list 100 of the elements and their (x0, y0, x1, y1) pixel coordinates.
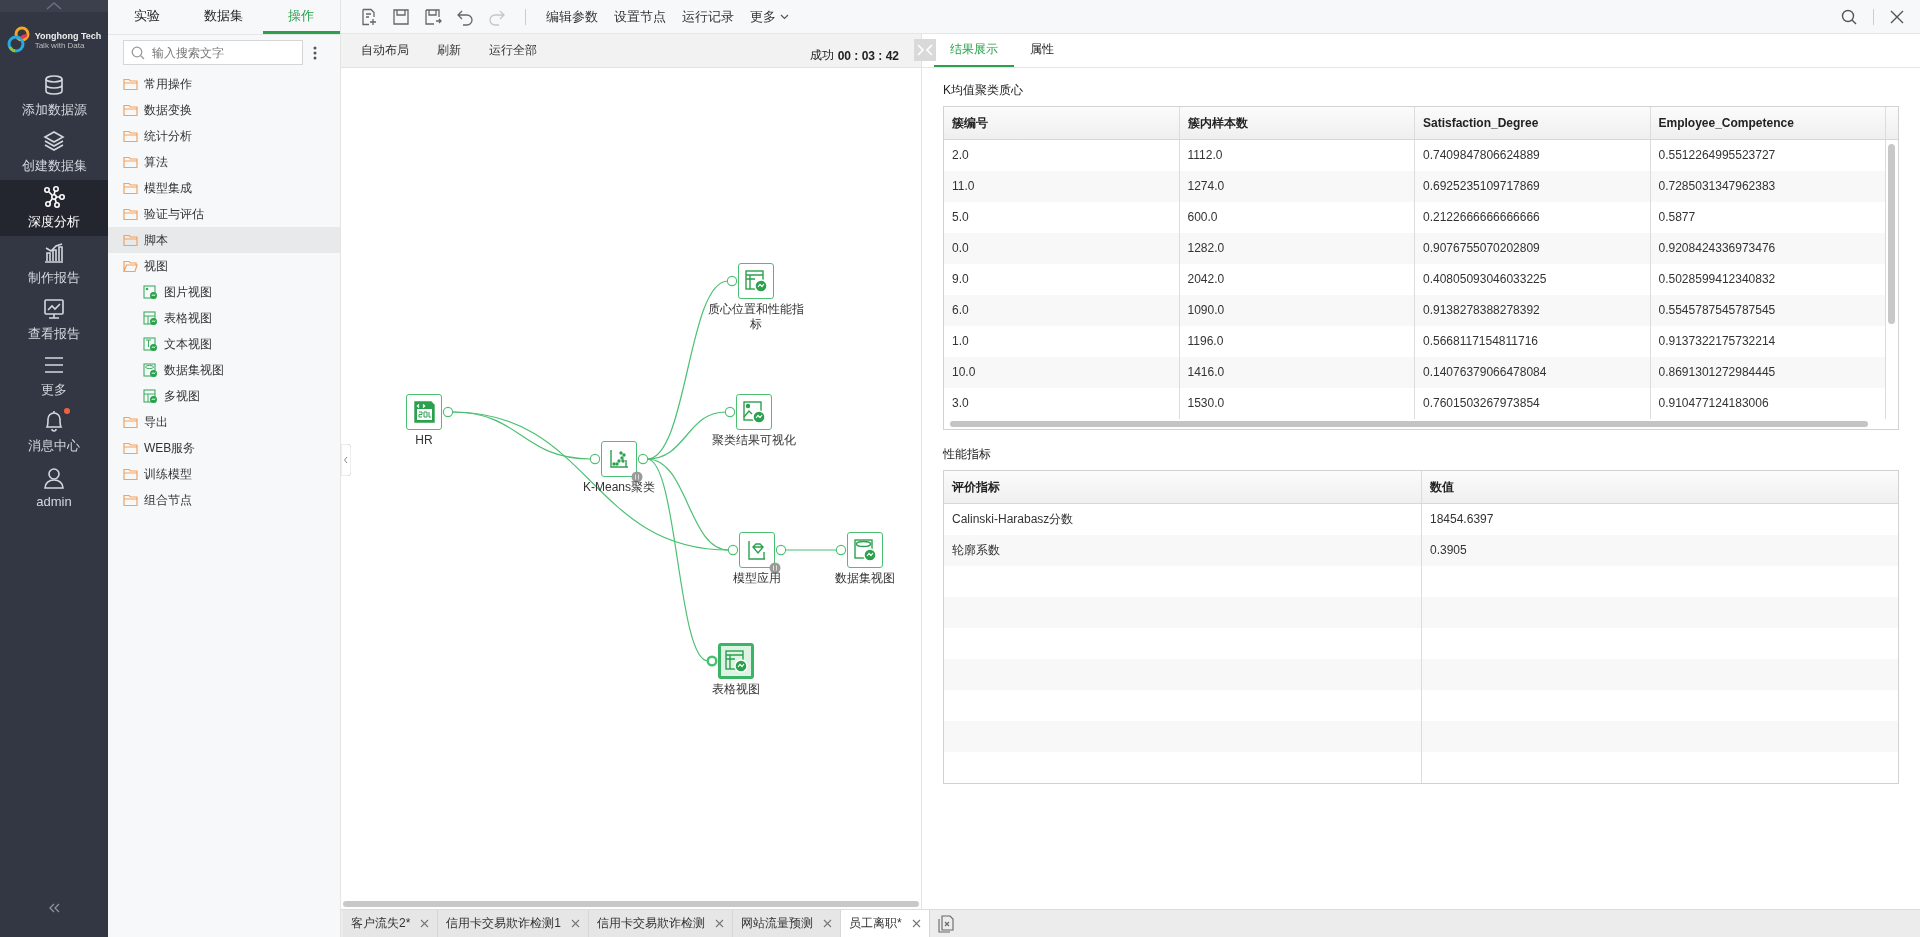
node-label: 表格视图 (711, 682, 761, 697)
tree-item[interactable]: 算法 (108, 149, 340, 175)
new-file-icon (360, 7, 378, 26)
tree-item[interactable]: 统计分析 (108, 123, 340, 149)
flow-node[interactable] (738, 263, 774, 299)
close-icon[interactable] (571, 919, 581, 928)
flow-node[interactable] (601, 441, 637, 477)
toolbar-menu-button[interactable]: 设置节点 (608, 2, 672, 31)
table-cell: 0.910477124183006 (1650, 388, 1886, 419)
folder-icon (123, 129, 138, 143)
tree-item[interactable]: 表格视图 (108, 305, 340, 331)
column-header[interactable]: 簇内样本数 (1179, 107, 1415, 139)
scrollbar-thumb[interactable] (343, 901, 919, 907)
document-tab[interactable]: 信用卡交易欺诈检测 (589, 910, 734, 937)
port-handle[interactable] (706, 655, 718, 667)
folder-icon (123, 441, 138, 455)
nav-item[interactable]: 深度分析 (0, 180, 108, 236)
table-cell: 6.0 (944, 295, 1180, 326)
tree-item[interactable]: 多视图 (108, 383, 340, 409)
folder-icon (123, 233, 138, 247)
tree-item[interactable]: 文本视图 (108, 331, 340, 357)
collapse-icon[interactable] (48, 903, 60, 913)
view-node-icon (143, 284, 158, 300)
tree-item[interactable]: 数据变换 (108, 97, 340, 123)
port-handle[interactable] (775, 544, 787, 556)
tree-item[interactable]: 导出 (108, 409, 340, 435)
document-tab[interactable]: 信用卡交易欺诈检测1 (438, 910, 590, 937)
view-node-icon (143, 336, 158, 352)
flow-node[interactable] (847, 532, 883, 568)
kebab-menu-icon[interactable] (313, 45, 317, 60)
tree-item[interactable]: 验证与评估 (108, 201, 340, 227)
table-cell-text: 18454.6397 (1429, 511, 1495, 528)
port-handle[interactable] (835, 544, 847, 556)
scrollbar-thumb[interactable] (1888, 144, 1895, 324)
close-icon[interactable] (1890, 9, 1904, 24)
folder-icon (123, 103, 138, 117)
node-label: 数据集视图 (834, 571, 896, 586)
nav-item[interactable]: admin (0, 460, 108, 516)
toolbar-menu-button[interactable]: 编辑参数 (540, 2, 604, 31)
tree-item[interactable]: 视图 (108, 253, 340, 279)
table-cell-text: 0.3905 (1429, 542, 1468, 559)
result-tab[interactable]: 结果展示 (934, 34, 1014, 67)
document-tab[interactable]: 网站流量预测 (733, 910, 842, 937)
toolbar-menu-button[interactable]: 更多 (744, 2, 795, 31)
collapse-handle[interactable] (341, 444, 351, 476)
bell-icon (43, 409, 65, 432)
port-handle[interactable] (442, 406, 454, 418)
tree-item[interactable]: 组合节点 (108, 487, 340, 513)
close-icon[interactable] (420, 919, 430, 928)
nav-item[interactable]: 更多 (0, 348, 108, 404)
tree-item[interactable]: 常用操作 (108, 71, 340, 97)
port-handle[interactable] (589, 453, 601, 465)
tree-item[interactable]: 模型集成 (108, 175, 340, 201)
document-tab[interactable]: 员工离职* (841, 910, 930, 937)
close-icon[interactable] (911, 919, 921, 928)
flow-node[interactable] (736, 394, 772, 430)
tree-item[interactable]: 图片视图 (108, 279, 340, 305)
close-all-tabs-icon[interactable] (937, 914, 954, 933)
result-tab[interactable]: 属性 (1014, 34, 1070, 67)
nav-item[interactable]: 制作报告 (0, 236, 108, 292)
flow-node[interactable] (739, 532, 775, 568)
nav-item[interactable]: 添加数据源 (0, 68, 108, 124)
chevron-up-icon[interactable] (46, 2, 62, 10)
port-handle[interactable] (724, 406, 736, 418)
panel-tab[interactable]: 实验 (108, 0, 186, 34)
search-icon[interactable] (1841, 8, 1857, 25)
nav-item[interactable]: 消息中心 (0, 404, 108, 460)
column-header[interactable]: Satisfaction_Degree (1415, 107, 1651, 139)
port-handle[interactable] (727, 544, 739, 556)
table-cell: 0.9076755070202809 (1415, 233, 1651, 264)
nav-item[interactable]: 创建数据集 (0, 124, 108, 180)
canvas-action-button[interactable]: 运行全部 (489, 42, 537, 59)
panel-tab[interactable]: 数据集 (185, 0, 263, 34)
tree-item[interactable]: 训练模型 (108, 461, 340, 487)
user-icon (43, 467, 65, 489)
column-header[interactable]: 数值 (1422, 471, 1898, 503)
folder-icon (123, 467, 138, 481)
port-handle[interactable] (637, 453, 649, 465)
folder-icon (123, 155, 138, 169)
column-header[interactable]: 簇编号 (944, 107, 1180, 139)
canvas-action-button[interactable]: 自动布局 (361, 42, 409, 59)
column-header[interactable]: 评价指标 (944, 471, 1422, 503)
flow-node[interactable] (718, 643, 754, 679)
tree-item[interactable]: 脚本 (108, 227, 340, 253)
close-icon[interactable] (715, 919, 725, 928)
search-field[interactable]: 输入搜索文字 (123, 40, 303, 65)
folder-icon (123, 181, 138, 195)
canvas-action-button[interactable]: 刷新 (437, 42, 461, 59)
document-tab[interactable]: 客户流失2* (343, 910, 439, 937)
tree-item[interactable]: WEB服务 (108, 435, 340, 461)
close-icon[interactable] (823, 919, 833, 928)
flow-node[interactable] (406, 394, 442, 430)
scrollbar-thumb[interactable] (950, 421, 1868, 427)
toolbar-menu-button[interactable]: 运行记录 (676, 2, 740, 31)
table-cell: 1090.0 (1179, 295, 1415, 326)
column-header[interactable]: Employee_Competence (1650, 107, 1886, 139)
collapse-toggle-icon[interactable] (914, 39, 936, 61)
port-handle[interactable] (726, 275, 738, 287)
nav-item[interactable]: 查看报告 (0, 292, 108, 348)
tree-item[interactable]: 数据集视图 (108, 357, 340, 383)
